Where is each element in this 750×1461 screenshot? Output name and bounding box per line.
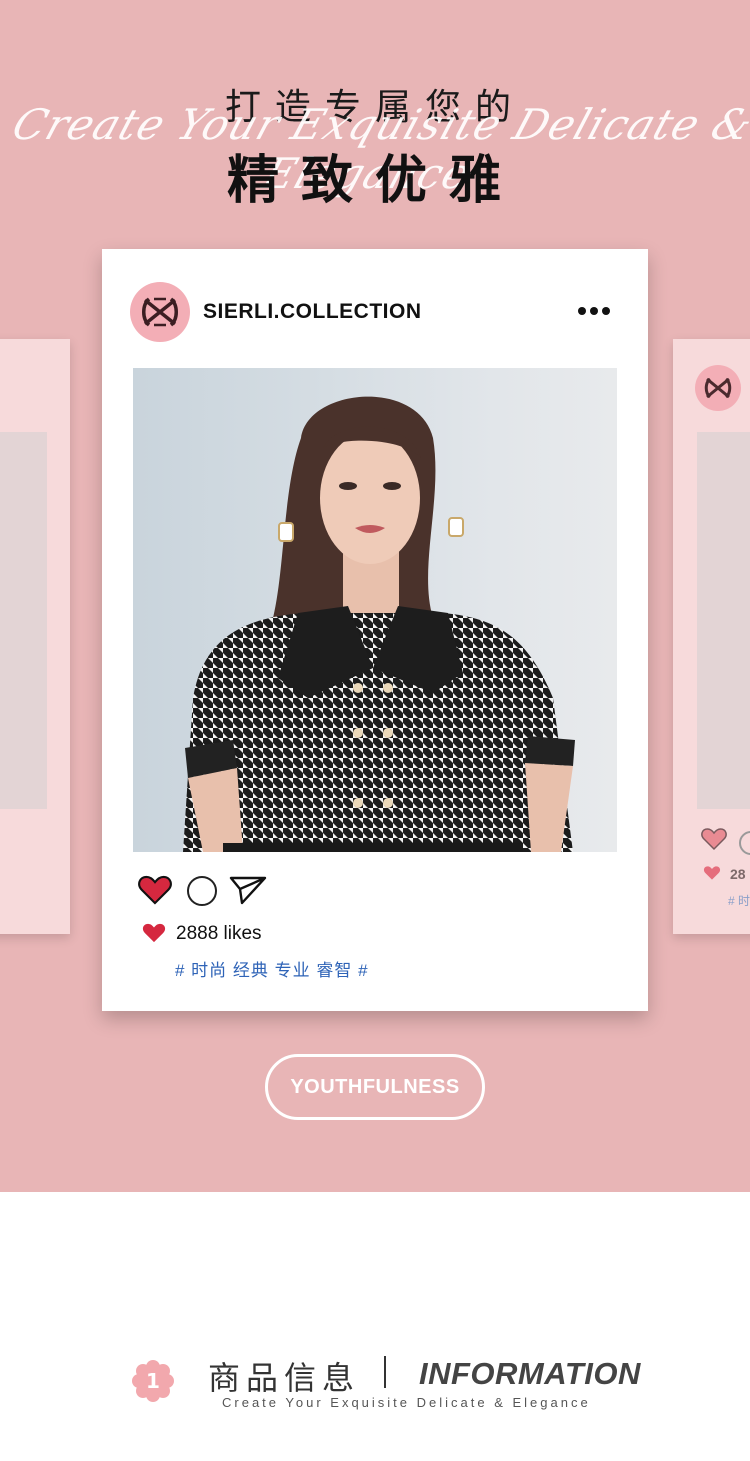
hero-title-line2: 精致优雅 <box>226 151 523 211</box>
side-hashtag: # 时 <box>728 894 750 908</box>
brand-logo-icon <box>695 365 741 411</box>
post-photo <box>133 368 617 852</box>
divider <box>384 1356 386 1388</box>
badge-number: 1 <box>146 1369 160 1393</box>
youthfulness-button[interactable]: YOUTHFULNESS <box>265 1054 485 1120</box>
post-card: SIERLI.COLLECTION 2888 likes # 时尚 经典 专业 … <box>102 249 648 1011</box>
info-section-header: 1 商品信息 INFORMATION Create Your Exquisite… <box>0 1340 750 1430</box>
info-subtitle: Create Your Exquisite Delicate & Eleganc… <box>222 1395 591 1410</box>
comment-icon <box>739 831 750 855</box>
account-name[interactable]: SIERLI.COLLECTION <box>203 300 422 324</box>
heart-icon <box>142 922 166 949</box>
info-title-en: INFORMATION <box>419 1356 641 1391</box>
brand-logo-icon[interactable] <box>130 282 190 342</box>
heart-icon[interactable] <box>138 874 172 911</box>
hero-section: 打造专属您的 Create Your Exquisite Delicate & … <box>0 0 750 1192</box>
side-likes-count: 28 <box>730 866 746 882</box>
more-dots-icon[interactable] <box>574 299 614 323</box>
heart-icon <box>701 827 727 856</box>
side-card-photo <box>0 432 47 809</box>
info-title-cn: 商品信息 <box>208 1359 361 1397</box>
flower-badge-icon: 1 <box>130 1358 176 1404</box>
side-card-left[interactable] <box>0 339 70 934</box>
post-actions <box>138 874 278 910</box>
side-card-photo <box>697 432 750 809</box>
heart-icon <box>703 865 721 886</box>
share-icon[interactable] <box>228 874 268 911</box>
likes-count[interactable]: 2888 likes <box>176 923 262 945</box>
side-card-right[interactable]: 28 # 时 <box>673 339 750 934</box>
hashtags[interactable]: # 时尚 经典 专业 睿智 # <box>175 956 369 981</box>
comment-icon[interactable] <box>187 876 217 906</box>
